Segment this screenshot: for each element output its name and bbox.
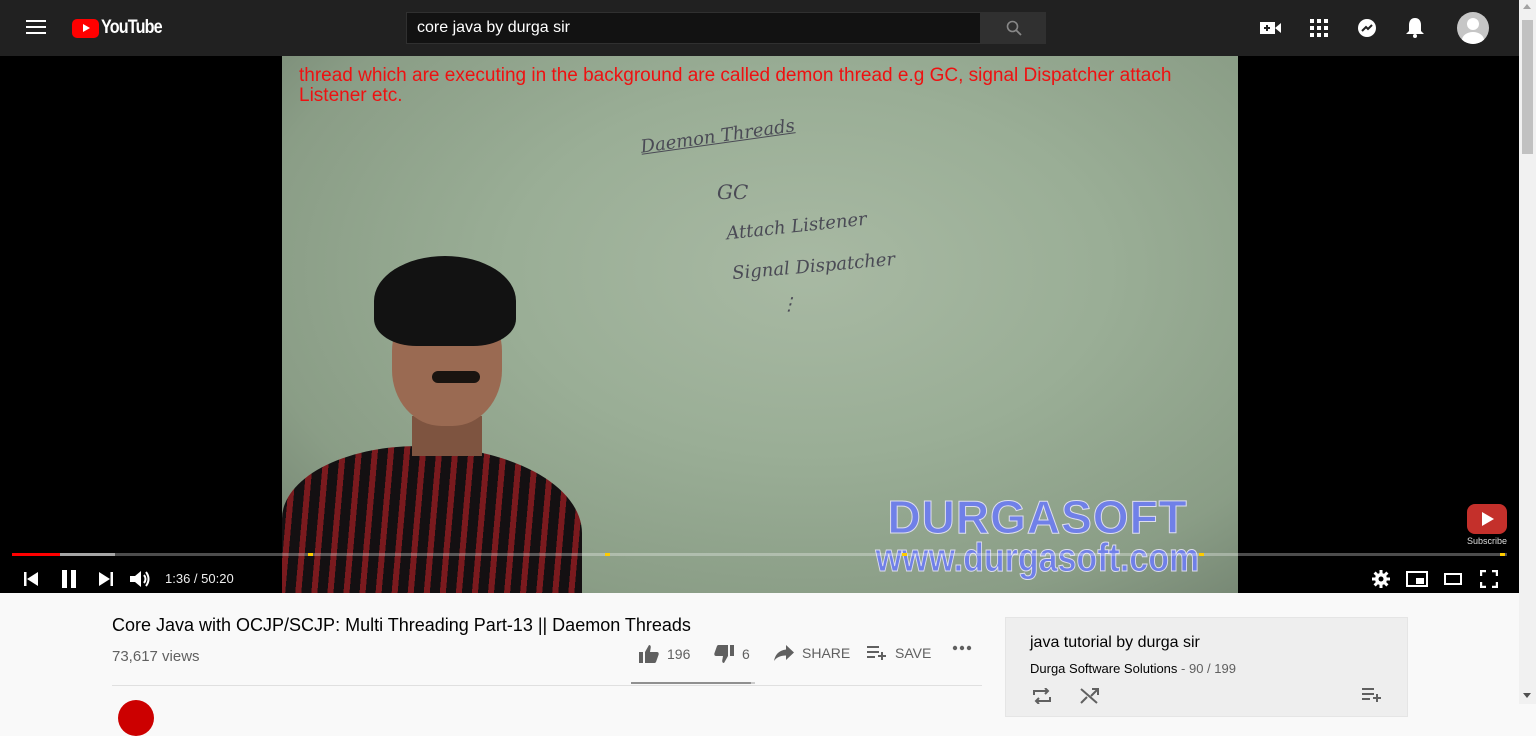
lecturer [282, 246, 582, 593]
create-video-icon[interactable] [1259, 16, 1283, 40]
subscribe-label: Subscribe [1466, 536, 1508, 546]
board-line-attach-listener: Attach Listener [725, 208, 868, 245]
video-frame[interactable]: thread which are executing in the backgr… [282, 56, 1238, 593]
share-button[interactable]: SHARE [774, 645, 850, 661]
watch-page-content: Core Java with OCJP/SCJP: Multi Threadin… [0, 593, 1519, 736]
progress-bar[interactable] [12, 553, 1507, 556]
save-button[interactable]: SAVE [867, 645, 931, 661]
share-icon [774, 645, 794, 661]
scrollbar-thumb[interactable] [1522, 20, 1533, 154]
volume-icon[interactable] [129, 566, 153, 592]
scroll-up-arrow-icon[interactable] [1523, 4, 1531, 9]
view-count: 73,617 views [112, 648, 200, 665]
youtube-logo[interactable]: YouTube [72, 17, 172, 39]
settings-icon[interactable] [1369, 566, 1393, 592]
menu-icon[interactable] [20, 16, 52, 40]
playlist-add-icon [867, 646, 886, 660]
shuffle-icon[interactable] [1080, 688, 1100, 709]
subscribe-watermark[interactable]: Subscribe [1466, 504, 1508, 546]
subscribe-icon [1467, 504, 1507, 534]
chapter-marker [902, 553, 907, 556]
apps-icon[interactable] [1307, 16, 1331, 40]
search-icon [1006, 20, 1022, 36]
time-display: 1:36 / 50:20 [165, 571, 234, 586]
like-count: 196 [667, 646, 691, 662]
dislike-button[interactable]: 6 [714, 645, 750, 663]
more-actions-icon[interactable] [952, 645, 980, 651]
next-icon[interactable] [95, 566, 117, 592]
playlist-title[interactable]: java tutorial by durga sir [1030, 634, 1200, 652]
messages-icon[interactable] [1355, 16, 1379, 40]
video-caption: thread which are executing in the backgr… [299, 65, 1172, 106]
chapter-marker [1500, 553, 1505, 556]
video-player[interactable]: thread which are executing in the backgr… [0, 56, 1519, 593]
board-heading: Daemon Threads [639, 115, 797, 158]
search-input[interactable]: core java by durga sir [406, 12, 981, 44]
save-label: SAVE [895, 645, 932, 661]
playlist-subtitle: Durga Software Solutions - 90 / 199 [1030, 661, 1236, 676]
player-controls: 1:36 / 50:20 [0, 561, 1519, 593]
chapter-marker [605, 553, 610, 556]
theater-mode-icon[interactable] [1441, 566, 1465, 592]
previous-icon[interactable] [20, 566, 42, 592]
search-button[interactable] [981, 12, 1046, 44]
page-scrollbar[interactable] [1519, 0, 1536, 704]
youtube-play-icon [72, 18, 99, 38]
playlist-owner[interactable]: Durga Software Solutions [1030, 661, 1177, 676]
thumbs-up-icon [639, 645, 659, 663]
playlist-menu-icon[interactable] [1362, 688, 1382, 707]
dislike-count: 6 [742, 646, 750, 662]
playlist-position: - 90 / 199 [1177, 661, 1236, 676]
share-label: SHARE [802, 645, 851, 661]
miniplayer-icon[interactable] [1405, 566, 1429, 592]
thumbs-down-icon [714, 645, 734, 663]
board-line-gc: GC [717, 180, 749, 204]
sentiment-like-fill [631, 682, 752, 684]
pause-icon[interactable] [56, 566, 82, 592]
board-line-signal-dispatcher: Signal Dispatcher [731, 248, 896, 285]
loop-icon[interactable] [1032, 687, 1052, 709]
masthead: YouTube core java by durga sir [0, 0, 1519, 56]
channel-avatar[interactable] [118, 700, 154, 736]
progress-played [12, 553, 60, 556]
video-title: Core Java with OCJP/SCJP: Multi Threadin… [112, 615, 691, 635]
like-button[interactable]: 196 [639, 645, 690, 663]
scroll-down-arrow-icon[interactable] [1523, 693, 1531, 698]
account-avatar[interactable] [1457, 12, 1489, 44]
fullscreen-icon[interactable] [1477, 566, 1501, 592]
divider [112, 685, 982, 686]
notifications-icon[interactable] [1403, 16, 1427, 40]
logo-text: YouTube [101, 17, 163, 38]
chapter-marker [308, 553, 313, 556]
board-line-ellipsis: ⋮ [780, 294, 798, 315]
watermark-brand: DURGASOFT [887, 491, 1188, 543]
playlist-panel: java tutorial by durga sir Durga Softwar… [1005, 617, 1408, 717]
sentiment-bar [631, 682, 755, 684]
chapter-marker [1199, 553, 1204, 556]
